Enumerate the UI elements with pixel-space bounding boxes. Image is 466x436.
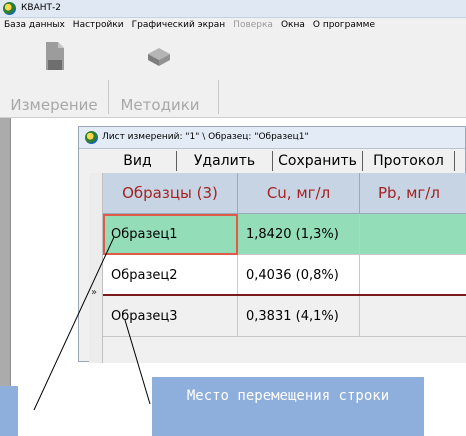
child-menu-bar: Вид Удалить Сохранить Протокол <box>79 149 465 173</box>
child-window-titlebar: Лист измерений: "1" \ Образец: "Образец1… <box>79 127 465 149</box>
measurement-sheet-window: Лист измерений: "1" \ Образец: "Образец1… <box>78 126 466 363</box>
cu-value-cell[interactable]: 0,4036 (0,8%) <box>238 255 360 296</box>
samples-grid: Образцы (3) Cu, мг/л Pb, мг/л Образец1 1… <box>89 173 466 363</box>
book-icon <box>148 48 170 66</box>
sample-name-cell[interactable]: Образец3 <box>103 296 238 337</box>
pb-value-cell[interactable] <box>360 214 466 255</box>
report-button[interactable]: Протокол <box>363 151 455 171</box>
sample-name-cell[interactable]: Образец1 <box>103 214 238 255</box>
row-drop-indicator <box>103 294 466 296</box>
pb-value-cell[interactable] <box>360 296 466 337</box>
main-menubar: База данных Настройки Графический экран … <box>0 18 466 34</box>
view-menu-button[interactable]: Вид <box>99 151 177 171</box>
flask-icon <box>46 42 64 70</box>
menu-verification[interactable]: Поверка <box>229 18 277 34</box>
table-row[interactable]: Образец3 0,3831 (4,1%) <box>103 296 466 337</box>
column-header-cu[interactable]: Cu, мг/л <box>238 173 360 214</box>
save-button[interactable]: Сохранить <box>273 151 363 171</box>
drop-target-callout: Место перемещения строки <box>152 377 424 436</box>
window-titlebar: КВАНТ-2 <box>0 0 466 18</box>
cu-value-cell[interactable]: 1,8420 (1,3%) <box>238 214 360 255</box>
sample-name-cell[interactable]: Образец2 <box>103 255 238 296</box>
toolbar-separator <box>108 80 109 114</box>
methods-label: Методики <box>120 96 200 114</box>
row-drop-marker: » <box>91 287 98 298</box>
menu-graphic-screen[interactable]: Графический экран <box>128 18 230 34</box>
child-window-title: Лист измерений: "1" \ Образец: "Образец1… <box>102 132 309 142</box>
table-row[interactable]: Образец1 1,8420 (1,3%) <box>103 214 466 255</box>
menu-database[interactable]: База данных <box>0 18 69 34</box>
table-row[interactable]: Образец2 0,4036 (0,8%) <box>103 255 466 296</box>
menu-windows[interactable]: Окна <box>277 18 309 34</box>
row-header-column <box>89 173 103 363</box>
pb-value-cell[interactable] <box>360 255 466 296</box>
measurement-button[interactable]: Измерение <box>0 34 108 118</box>
measurement-label: Измерение <box>10 96 98 114</box>
column-header-pb[interactable]: Pb, мг/л <box>360 173 466 214</box>
column-header-samples[interactable]: Образцы (3) <box>103 173 238 214</box>
menu-about[interactable]: О программе <box>309 18 379 34</box>
methods-button[interactable]: Методики <box>114 34 206 118</box>
menu-settings[interactable]: Настройки <box>69 18 128 34</box>
cu-value-cell[interactable]: 0,3831 (4,1%) <box>238 296 360 337</box>
kvant-app-icon <box>3 2 16 15</box>
kvant-app-icon <box>85 131 98 144</box>
window-title: КВАНТ-2 <box>21 3 61 13</box>
left-callout-box <box>0 386 18 436</box>
main-toolbar: Измерение Методики <box>0 34 466 118</box>
delete-button[interactable]: Удалить <box>177 151 273 171</box>
toolbar-separator <box>218 80 219 114</box>
